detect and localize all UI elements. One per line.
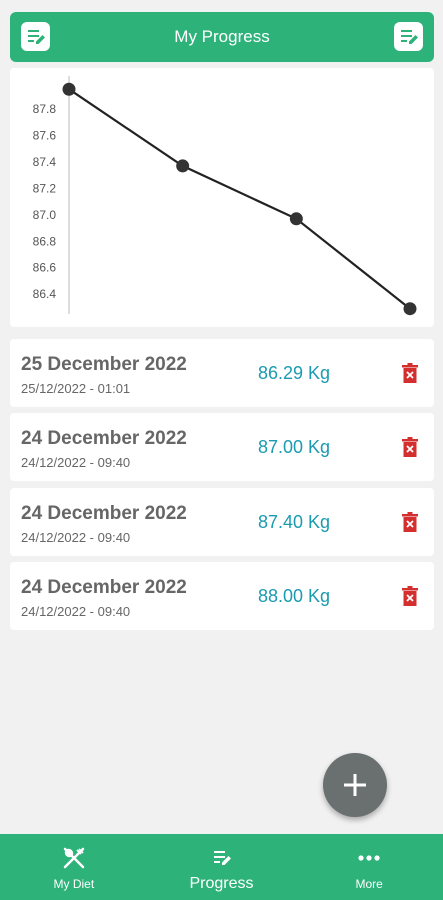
entry-date: 25 December 2022 <box>21 354 187 375</box>
edit-note-icon <box>27 29 45 44</box>
list-item[interactable]: 24 December 2022 24/12/2022 - 09:40 87.4… <box>10 488 434 556</box>
nav-label: Progress <box>189 875 254 892</box>
delete-button[interactable] <box>399 511 421 533</box>
data-point[interactable] <box>289 212 303 226</box>
entry-weight: 87.40 Kg <box>258 512 331 532</box>
weight-line-chart: 86.4 86.6 86.8 87.0 87.2 87.4 87.6 87.8 <box>33 76 417 316</box>
y-tick-label: 87.2 <box>33 181 57 195</box>
nav-label: More <box>355 877 383 891</box>
series-line <box>68 88 411 310</box>
trash-icon <box>402 363 418 383</box>
data-point[interactable] <box>403 302 417 316</box>
y-tick-label: 86.8 <box>33 234 57 248</box>
trash-icon <box>402 437 418 457</box>
data-point[interactable] <box>176 159 190 173</box>
entry-weight: 88.00 Kg <box>258 586 331 606</box>
y-tick-label: 87.4 <box>33 155 57 169</box>
plus-icon <box>344 774 366 796</box>
entry-date: 24 December 2022 <box>21 577 187 598</box>
entry-date: 24 December 2022 <box>21 503 187 524</box>
entry-time: 24/12/2022 - 09:40 <box>21 604 131 619</box>
entry-weight: 86.29 Kg <box>258 363 331 383</box>
header-left-button[interactable] <box>21 22 50 51</box>
nav-item-my-diet[interactable]: My Diet <box>0 834 148 900</box>
entry-time: 24/12/2022 - 09:40 <box>21 455 131 470</box>
progress-chart-card: 86.4 86.6 86.8 87.0 87.2 87.4 87.6 87.8 <box>10 68 434 327</box>
entry-date: 24 December 2022 <box>21 428 187 449</box>
y-tick-label: 87.0 <box>33 208 57 222</box>
data-points <box>62 82 417 316</box>
nav-item-more[interactable]: More <box>295 834 443 900</box>
header-right-button[interactable] <box>394 22 423 51</box>
trash-icon <box>402 586 418 606</box>
edit-note-icon <box>211 847 233 869</box>
nav-item-progress[interactable]: Progress <box>148 834 296 900</box>
bottom-navigation: My Diet Progress More <box>0 834 443 900</box>
nav-label: My Diet <box>53 877 95 891</box>
fork-knife-icon <box>62 847 86 869</box>
y-tick-label: 87.8 <box>33 102 57 116</box>
add-entry-button[interactable] <box>323 753 387 817</box>
delete-button[interactable] <box>399 585 421 607</box>
y-tick-label: 86.6 <box>33 261 57 275</box>
entry-weight: 87.00 Kg <box>258 437 331 457</box>
y-tick-label: 86.4 <box>33 287 57 301</box>
list-item[interactable]: 24 December 2022 24/12/2022 - 09:40 88.0… <box>10 562 434 630</box>
list-item[interactable]: 25 December 2022 25/12/2022 - 01:01 86.2… <box>10 339 434 407</box>
edit-note-icon <box>400 29 418 44</box>
delete-button[interactable] <box>399 362 421 384</box>
y-tick-label: 87.6 <box>33 129 57 143</box>
app-header: My Progress <box>10 12 434 62</box>
data-point[interactable] <box>62 82 76 96</box>
trash-icon <box>402 512 418 532</box>
delete-button[interactable] <box>399 436 421 458</box>
list-item[interactable]: 24 December 2022 24/12/2022 - 09:40 87.0… <box>10 413 434 481</box>
entry-time: 25/12/2022 - 01:01 <box>21 381 131 396</box>
page-title: My Progress <box>174 27 270 46</box>
y-tick-labels: 86.4 86.6 86.8 87.0 87.2 87.4 87.6 87.8 <box>33 102 57 301</box>
entry-time: 24/12/2022 - 09:40 <box>21 530 131 545</box>
more-dots-icon <box>358 847 380 869</box>
